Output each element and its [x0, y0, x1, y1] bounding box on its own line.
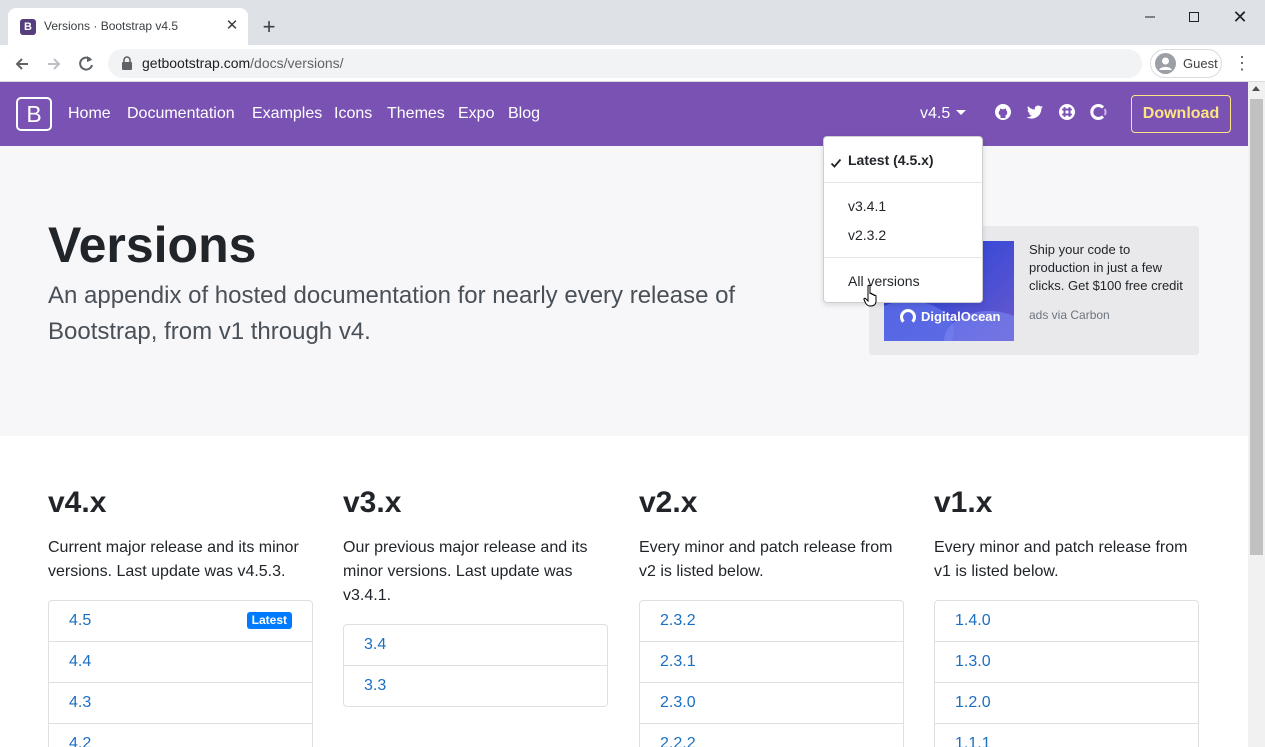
ad-brand: DigitalOcean: [921, 309, 1001, 324]
page-scrollbar[interactable]: [1248, 82, 1265, 747]
caret-down-icon: [956, 110, 967, 115]
version-list: 2.3.2 2.3.1 2.3.0 2.2.2: [639, 600, 904, 747]
dropdown-item-v3[interactable]: v3.4.1: [848, 198, 886, 214]
version-link[interactable]: 1.2.0: [935, 682, 1198, 723]
version-link[interactable]: 2.3.1: [640, 641, 903, 682]
version-link[interactable]: 4.5 Latest: [49, 601, 312, 641]
nav-link-icons[interactable]: Icons: [334, 105, 372, 123]
page-viewport: B Home Documentation Examples Icons Them…: [0, 82, 1248, 747]
bootstrap-logo-icon[interactable]: B: [16, 97, 52, 131]
versions-column-v4: v4.x Current major release and its minor…: [48, 488, 313, 747]
profile-button[interactable]: Guest: [1150, 49, 1222, 78]
version-link[interactable]: 4.3: [49, 682, 312, 723]
browser-tab[interactable]: B Versions · Bootstrap v4.5 ✕: [8, 8, 248, 45]
dropdown-item-all-versions[interactable]: All versions: [848, 273, 920, 289]
browser-menu-icon[interactable]: ⋮: [1232, 52, 1252, 76]
scrollbar-thumb[interactable]: [1250, 99, 1263, 555]
nav-link-home[interactable]: Home: [68, 105, 111, 123]
back-icon[interactable]: [10, 52, 34, 76]
column-description: Every minor and patch release from v2 is…: [639, 539, 893, 580]
column-description: Current major release and its minor vers…: [48, 539, 299, 580]
site-navbar: B Home Documentation Examples Icons Them…: [0, 82, 1248, 146]
column-title: v4.x: [48, 486, 107, 519]
masthead: Versions An appendix of hosted documenta…: [0, 146, 1248, 436]
nav-link-blog[interactable]: Blog: [508, 105, 540, 123]
lock-icon: [122, 56, 132, 70]
avatar-icon: [1155, 53, 1176, 74]
browser-tabstrip: B Versions · Bootstrap v4.5 ✕ + ✕: [0, 0, 1265, 45]
opencollective-icon[interactable]: [1090, 103, 1108, 121]
tab-title: Versions · Bootstrap v4.5: [44, 19, 179, 33]
version-link[interactable]: 3.4: [344, 625, 607, 665]
nav-link-themes[interactable]: Themes: [387, 105, 445, 123]
version-list: 1.4.0 1.3.0 1.2.0 1.1.1: [934, 600, 1199, 747]
ad-powered-by[interactable]: ads via Carbon: [1029, 308, 1110, 322]
new-tab-icon[interactable]: +: [258, 16, 280, 39]
dropdown-item-v2[interactable]: v2.3.2: [848, 227, 886, 243]
column-title: v1.x: [934, 486, 993, 519]
version-dropdown-menu: Latest (4.5.x) v3.4.1 v2.3.2 All version…: [823, 136, 983, 303]
version-link[interactable]: 1.3.0: [935, 641, 1198, 682]
dropdown-divider: [824, 257, 982, 258]
versions-column-v3: v3.x Our previous major release and its …: [343, 488, 608, 707]
version-list: 3.4 3.3: [343, 624, 608, 707]
ad-text[interactable]: Ship your code to production in just a f…: [1029, 241, 1189, 295]
version-link[interactable]: 4.2: [49, 723, 312, 747]
column-description: Our previous major release and its minor…: [343, 539, 588, 604]
page-title: Versions: [48, 217, 257, 273]
versions-column-v1: v1.x Every minor and patch release from …: [934, 488, 1199, 747]
minimize-icon[interactable]: [1138, 6, 1162, 28]
tab-close-icon[interactable]: ✕: [223, 17, 241, 35]
version-link[interactable]: 2.2.2: [640, 723, 903, 747]
hand-cursor-icon: [863, 284, 877, 307]
nav-link-examples[interactable]: Examples: [252, 105, 322, 123]
version-list: 4.5 Latest 4.4 4.3 4.2: [48, 600, 313, 747]
download-button[interactable]: Download: [1131, 95, 1231, 133]
slack-icon[interactable]: [1058, 103, 1076, 121]
forward-icon[interactable]: [42, 52, 66, 76]
close-window-icon[interactable]: ✕: [1228, 6, 1252, 28]
bootstrap-favicon-icon: B: [20, 19, 36, 35]
version-link[interactable]: 1.4.0: [935, 601, 1198, 641]
browser-toolbar: getbootstrap.com/docs/versions/ Guest ⋮: [0, 45, 1265, 82]
reload-icon[interactable]: [74, 52, 98, 76]
checkmark-icon: [830, 158, 842, 168]
version-link[interactable]: 1.1.1: [935, 723, 1198, 747]
url-text: getbootstrap.com/docs/versions/: [142, 55, 344, 71]
twitter-icon[interactable]: [1026, 103, 1044, 121]
column-title: v2.x: [639, 486, 698, 519]
versions-column-v2: v2.x Every minor and patch release from …: [639, 488, 904, 747]
version-link[interactable]: 3.3: [344, 665, 607, 706]
address-bar[interactable]: getbootstrap.com/docs/versions/: [108, 49, 1142, 78]
dropdown-divider: [824, 182, 982, 183]
version-link[interactable]: 2.3.0: [640, 682, 903, 723]
profile-label: Guest: [1183, 56, 1218, 71]
nav-link-expo[interactable]: Expo: [458, 105, 494, 123]
version-dropdown-toggle[interactable]: v4.5: [920, 105, 967, 123]
github-icon[interactable]: [994, 103, 1012, 121]
nav-link-documentation[interactable]: Documentation: [127, 105, 235, 123]
column-title: v3.x: [343, 486, 402, 519]
page-lead: An appendix of hosted documentation for …: [48, 282, 736, 345]
version-link[interactable]: 2.3.2: [640, 601, 903, 641]
version-link[interactable]: 4.4: [49, 641, 312, 682]
dropdown-item-latest[interactable]: Latest (4.5.x): [848, 152, 934, 168]
column-description: Every minor and patch release from v1 is…: [934, 539, 1188, 580]
maximize-icon[interactable]: [1182, 6, 1206, 28]
scroll-up-arrow-icon[interactable]: [1252, 86, 1260, 91]
digitalocean-logo-icon: [900, 309, 916, 325]
latest-badge: Latest: [246, 612, 292, 629]
